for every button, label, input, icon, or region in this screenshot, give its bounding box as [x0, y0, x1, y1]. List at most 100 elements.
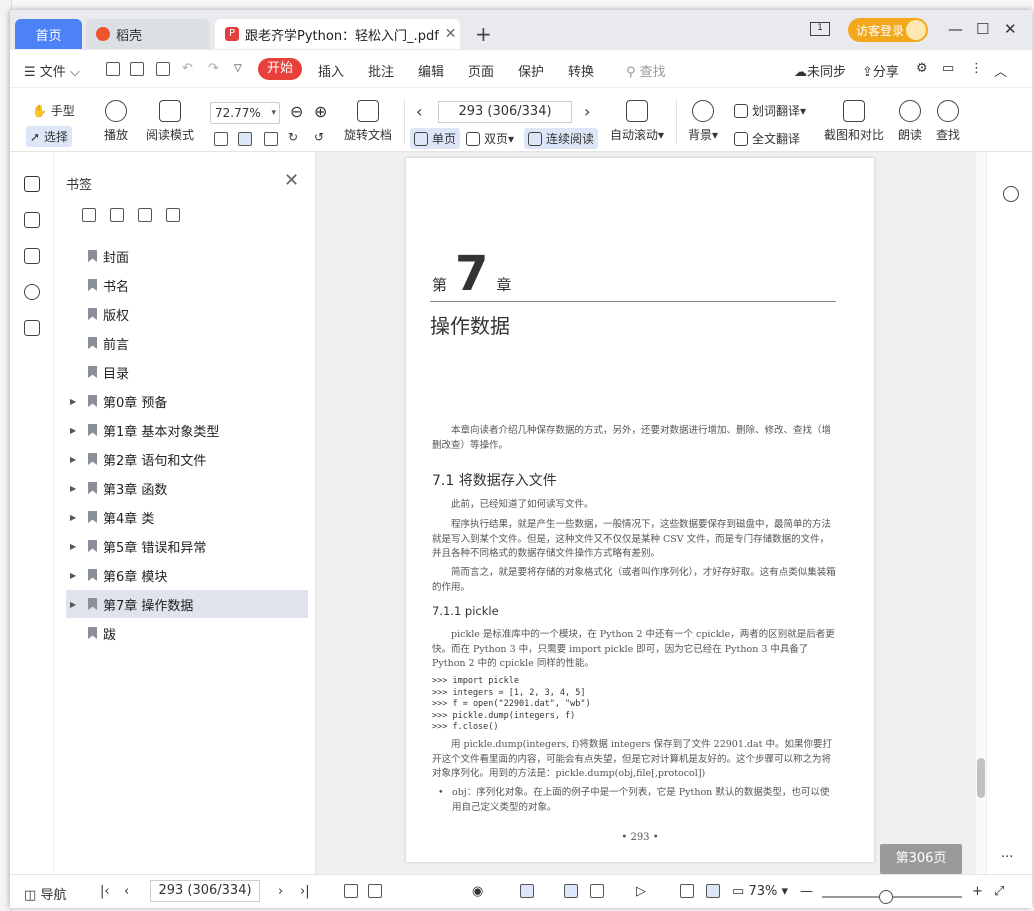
more-icon[interactable]: ⋮ [970, 61, 983, 76]
actual-size-icon[interactable] [680, 884, 694, 898]
read-mode-button[interactable]: 阅读模式 [146, 100, 194, 143]
collapse-ribbon-icon[interactable]: ︿ [994, 61, 1007, 80]
word-translate-button[interactable]: 划词翻译 ▾ [734, 102, 806, 119]
document-viewport[interactable]: 第 7 章 操作数据 本章向读者介绍几种保存数据的方式，另外，还要对数据进行增加… [316, 152, 976, 874]
close-window-icon[interactable]: ✕ [1004, 20, 1017, 38]
comment-panel-icon[interactable] [24, 248, 40, 264]
add-child-bookmark-icon[interactable] [110, 208, 124, 222]
quick-access-dropdown-icon[interactable]: ▽ [234, 63, 242, 74]
bookmark-icon[interactable] [166, 208, 180, 222]
menu-protect[interactable]: 保护 [518, 61, 544, 80]
thumbnail-icon[interactable] [24, 212, 40, 228]
single-view-icon[interactable] [564, 884, 578, 898]
hand-tool-button[interactable]: ✋ 手型 [32, 102, 75, 119]
scrollbar-thumb[interactable] [977, 758, 985, 798]
rotate-left-icon[interactable]: ↻ [288, 130, 298, 144]
bookmark-item[interactable]: ▶ 第3章 函数 [66, 474, 308, 502]
bookmark-item[interactable]: ▶ 第6章 模块 [66, 561, 308, 589]
zoom-select[interactable]: 72.77% ▾ [210, 102, 280, 124]
expand-arrow-icon[interactable]: ▶ [70, 571, 80, 580]
new-tab-icon[interactable]: + [475, 22, 492, 46]
menu-edit[interactable]: 编辑 [418, 61, 444, 80]
bookmark-item[interactable]: 书名 [66, 271, 308, 299]
more-options-icon[interactable]: ··· [1001, 850, 1013, 865]
last-page-icon[interactable]: ›| [300, 884, 310, 899]
rotate-document-button[interactable]: 旋转文档 [344, 100, 392, 143]
bookmark-item[interactable]: ▶ 第5章 错误和异常 [66, 532, 308, 560]
fullscreen-icon[interactable]: ⤢ [994, 884, 1004, 899]
save-icon[interactable] [130, 62, 144, 76]
bookmark-item[interactable]: ▶ 第0章 预备 [66, 387, 308, 415]
zoom-in-icon[interactable]: ⊕ [314, 102, 327, 121]
expand-arrow-icon[interactable]: ▶ [70, 600, 80, 609]
menu-search[interactable]: ⚲ 查找 [626, 61, 666, 80]
redo-icon[interactable]: ↷ [208, 61, 219, 76]
tab-document[interactable]: P 跟老齐学Python：轻松入门_.pdf ✕ [215, 19, 460, 49]
zoom-in-icon[interactable]: + [972, 884, 983, 899]
expand-arrow-icon[interactable]: ▶ [70, 542, 80, 551]
sync-status[interactable]: ☁未同步 [794, 61, 846, 80]
forward-icon[interactable] [368, 884, 382, 898]
navigation-button[interactable]: ◫ 导航 [24, 884, 66, 903]
fit-width-icon[interactable] [264, 132, 278, 146]
tab-docer[interactable]: 稻壳 [86, 19, 210, 49]
page-number-input[interactable]: 293 (306/334) [438, 101, 572, 123]
auto-scroll-button[interactable]: 自动滚动▾ [610, 100, 664, 143]
play-icon[interactable]: ▷ [636, 884, 646, 899]
menu-insert[interactable]: 插入 [318, 61, 344, 80]
expand-arrow-icon[interactable]: ▶ [70, 397, 80, 406]
print-icon[interactable] [156, 62, 170, 76]
back-icon[interactable] [344, 884, 358, 898]
fit-page-icon[interactable] [238, 132, 252, 146]
close-tab-icon[interactable]: ✕ [445, 26, 457, 42]
eye-protection-icon[interactable]: ◉ [472, 884, 483, 899]
bookmark-item[interactable]: 前言 [66, 329, 308, 357]
bookmark-item[interactable]: 目录 [66, 358, 308, 386]
share-button[interactable]: ⇪分享 [862, 61, 899, 80]
zoom-out-icon[interactable]: ⊖ [290, 102, 303, 121]
bookmark-item[interactable]: 跋 [66, 619, 308, 647]
previous-page-icon[interactable]: ‹ [416, 102, 422, 121]
add-bookmark-icon[interactable] [82, 208, 96, 222]
delete-bookmark-icon[interactable] [138, 208, 152, 222]
actual-size-icon[interactable] [214, 132, 228, 146]
tab-home[interactable]: 首页 [15, 19, 82, 49]
full-translate-button[interactable]: 全文翻译 [734, 130, 800, 147]
read-aloud-button[interactable]: 朗读 [898, 100, 922, 143]
status-page-input[interactable]: 293 (306/334) [150, 880, 260, 902]
previous-page-icon[interactable]: ‹ [124, 884, 129, 899]
search-text-icon[interactable] [1003, 186, 1019, 202]
maximize-icon[interactable]: ☐ [976, 20, 989, 38]
menu-page[interactable]: 页面 [468, 61, 494, 80]
continuous-read-button[interactable]: 连续阅读 [524, 128, 599, 149]
bookmark-item[interactable]: ▶ 第4章 类 [66, 503, 308, 531]
attachment-icon[interactable] [24, 284, 40, 300]
continuous-view-icon[interactable] [520, 884, 534, 898]
bookmark-item[interactable]: 封面 [66, 242, 308, 270]
expand-arrow-icon[interactable]: ▶ [70, 484, 80, 493]
bookmark-item[interactable]: ▶ 第7章 操作数据 [66, 590, 308, 618]
minimize-icon[interactable]: — [948, 20, 963, 38]
select-tool-button[interactable]: ➚ 选择 [26, 126, 72, 147]
single-page-button[interactable]: 单页 [410, 128, 461, 149]
bookmark-item[interactable]: ▶ 第1章 基本对象类型 [66, 416, 308, 444]
background-button[interactable]: 背景▾ [688, 100, 718, 143]
signature-icon[interactable] [24, 320, 40, 336]
expand-arrow-icon[interactable]: ▶ [70, 426, 80, 435]
expand-arrow-icon[interactable]: ▶ [70, 513, 80, 522]
comment-icon[interactable]: ▭ [942, 61, 954, 76]
close-icon[interactable]: ✕ [284, 170, 299, 191]
next-page-icon[interactable]: › [278, 884, 283, 899]
double-page-button[interactable]: 双页 ▾ [466, 130, 514, 147]
find-button[interactable]: 查找 [936, 100, 960, 143]
first-page-icon[interactable]: |‹ [100, 884, 110, 899]
fit-page-icon[interactable] [706, 884, 720, 898]
aspect-ratio-icon[interactable]: 1 [810, 22, 830, 36]
zoom-slider-handle[interactable] [878, 890, 893, 904]
zoom-dropdown[interactable]: ▭ 73% ▾ [732, 884, 788, 899]
bookmark-item[interactable]: 版权 [66, 300, 308, 328]
screenshot-compare-button[interactable]: 截图和对比 [824, 100, 884, 143]
open-icon[interactable] [106, 62, 120, 76]
expand-arrow-icon[interactable]: ▶ [70, 455, 80, 464]
play-button[interactable]: 播放 [104, 100, 128, 143]
